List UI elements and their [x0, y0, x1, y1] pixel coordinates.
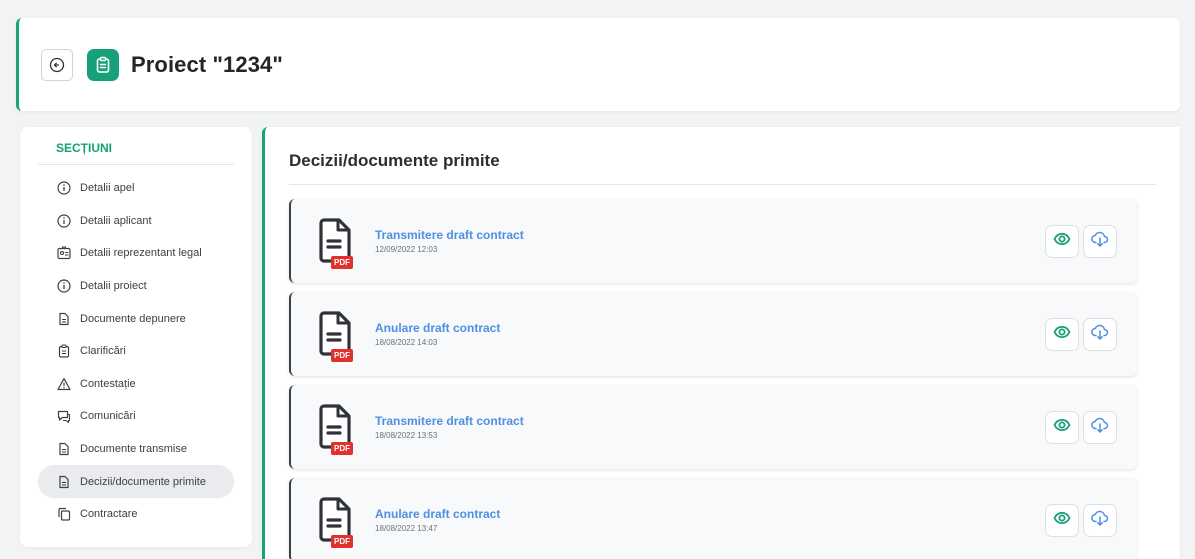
eye-icon — [1053, 509, 1071, 532]
cloud-download-icon — [1091, 509, 1109, 532]
chat-icon — [56, 409, 71, 424]
sidebar-nav: Detalii apel Detalii aplicant Detalii repr… — [38, 172, 234, 531]
sidebar-item-label: Detalii aplicant — [80, 214, 152, 227]
view-button[interactable] — [1045, 225, 1079, 258]
sidebar-item-label: Contestație — [80, 377, 136, 390]
pdf-file-icon: PDF — [317, 496, 353, 548]
document-card: PDF Transmitere draft contract 18/08/2022 … — [289, 385, 1137, 469]
sidebar-item[interactable]: Decizii/documente primite — [38, 465, 234, 498]
download-button[interactable] — [1083, 318, 1117, 351]
pdf-badge: PDF — [331, 349, 353, 362]
document-card: PDF Transmitere draft contract 12/09/2022 … — [289, 199, 1137, 283]
pdf-file-icon: PDF — [317, 403, 353, 455]
sidebar-item-label: Contractare — [80, 508, 138, 521]
document-name-link[interactable]: Anulare draft contract — [375, 321, 500, 335]
main-title: Decizii/documente primite — [289, 151, 1156, 185]
pdf-badge: PDF — [331, 535, 353, 548]
document-actions — [1045, 225, 1117, 258]
document-info: Transmitere draft contract 12/09/2022 12:… — [375, 228, 524, 254]
sidebar-section-title: SECȚIUNI — [38, 141, 234, 165]
sidebar-item-label: Clarificări — [80, 345, 126, 358]
page-header: Proiect "1234" — [16, 18, 1180, 111]
pdf-badge: PDF — [331, 442, 353, 455]
document-card: PDF Anulare draft contract 18/08/2022 13:4… — [289, 478, 1137, 559]
arrow-left-circle-icon — [49, 57, 65, 72]
view-button[interactable] — [1045, 318, 1079, 351]
sidebar-item-label: Detalii apel — [80, 182, 135, 195]
project-clipboard-icon — [87, 48, 119, 81]
sidebar-item[interactable]: Documente depunere — [38, 302, 234, 335]
back-button[interactable] — [41, 48, 73, 81]
cloud-download-icon — [1091, 323, 1109, 346]
document-card: PDF Anulare draft contract 18/08/2022 14:0… — [289, 292, 1137, 376]
warning-icon — [56, 376, 71, 391]
sidebar-item-label: Decizii/documente primite — [80, 475, 206, 488]
sidebar-item[interactable]: Detalii apel — [38, 172, 234, 205]
document-icon — [56, 474, 71, 489]
copy-icon — [56, 507, 71, 522]
id-card-icon — [56, 246, 71, 261]
document-actions — [1045, 318, 1117, 351]
sidebar-item[interactable]: Detalii reprezentant legal — [38, 237, 234, 270]
sidebar-item[interactable]: Clarificări — [38, 335, 234, 368]
eye-icon — [1053, 230, 1071, 253]
sidebar-item-label: Detalii proiect — [80, 280, 147, 293]
sidebar-item-label: Documente transmise — [80, 443, 187, 456]
cloud-download-icon — [1091, 230, 1109, 253]
document-info: Anulare draft contract 18/08/2022 13:47 — [375, 507, 500, 533]
page-title: Proiect "1234" — [131, 51, 283, 77]
document-name-link[interactable]: Transmitere draft contract — [375, 228, 524, 242]
document-list: PDF Transmitere draft contract 12/09/2022 … — [289, 199, 1156, 559]
document-info: Transmitere draft contract 18/08/2022 13:… — [375, 414, 524, 440]
document-date: 18/08/2022 13:47 — [375, 524, 438, 533]
document-actions — [1045, 504, 1117, 537]
download-button[interactable] — [1083, 411, 1117, 444]
sidebar-item-label: Detalii reprezentant legal — [80, 247, 202, 260]
main-panel: Decizii/documente primite PDF Transmitere… — [262, 127, 1180, 559]
sidebar-item[interactable]: Detalii proiect — [38, 270, 234, 303]
cloud-download-icon — [1091, 416, 1109, 439]
info-icon — [56, 279, 71, 294]
sidebar-item[interactable]: Contestație — [38, 368, 234, 401]
sidebar-item[interactable]: Contractare — [38, 498, 234, 531]
pdf-file-icon: PDF — [317, 310, 353, 362]
document-name-link[interactable]: Anulare draft contract — [375, 507, 500, 521]
document-info: Anulare draft contract 18/08/2022 14:03 — [375, 321, 500, 347]
document-icon — [56, 311, 71, 326]
info-icon — [56, 181, 71, 196]
document-name-link[interactable]: Transmitere draft contract — [375, 414, 524, 428]
clipboard-icon — [56, 344, 71, 359]
download-button[interactable] — [1083, 225, 1117, 258]
document-date: 18/08/2022 13:53 — [375, 431, 438, 440]
document-icon — [56, 442, 71, 457]
sidebar-item-label: Documente depunere — [80, 312, 186, 325]
sections-sidebar: SECȚIUNI Detalii apel Detalii aplicant Det… — [20, 127, 252, 547]
document-actions — [1045, 411, 1117, 444]
document-date: 18/08/2022 14:03 — [375, 338, 438, 347]
pdf-badge: PDF — [331, 256, 353, 269]
sidebar-item[interactable]: Documente transmise — [38, 433, 234, 466]
sidebar-item[interactable]: Detalii aplicant — [38, 205, 234, 238]
eye-icon — [1053, 323, 1071, 346]
document-date: 12/09/2022 12:03 — [375, 245, 438, 254]
info-icon — [56, 213, 71, 228]
pdf-file-icon: PDF — [317, 217, 353, 269]
download-button[interactable] — [1083, 504, 1117, 537]
sidebar-item-label: Comunicări — [80, 410, 136, 423]
sidebar-item[interactable]: Comunicări — [38, 400, 234, 433]
view-button[interactable] — [1045, 411, 1079, 444]
view-button[interactable] — [1045, 504, 1079, 537]
eye-icon — [1053, 416, 1071, 439]
